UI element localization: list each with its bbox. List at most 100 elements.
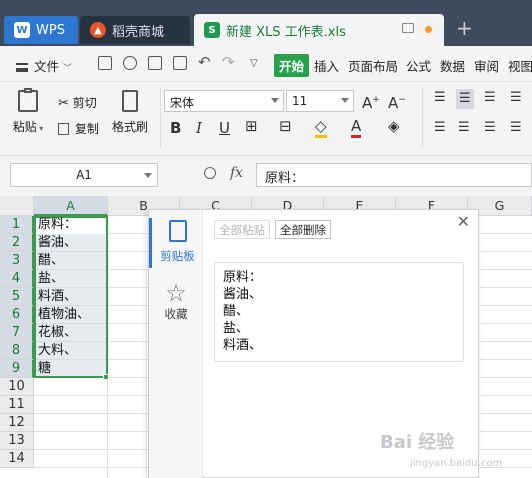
align-bottom-icon[interactable]: ☰ (484, 90, 496, 106)
format-painter-button[interactable]: 格式刷 (110, 90, 150, 135)
align-center-icon[interactable]: ☰ (458, 120, 470, 136)
menu-review[interactable]: 审阅 (474, 56, 499, 75)
tab-document[interactable]: S 新建 XLS 工作表.xls (194, 14, 444, 46)
print-icon[interactable] (148, 56, 162, 70)
tab-document-label: 新建 XLS 工作表.xls (226, 24, 346, 40)
align-left-icon[interactable]: ☰ (434, 120, 446, 136)
font-size-select[interactable]: 11 (286, 90, 354, 112)
cell-a9[interactable]: 糖 (38, 360, 51, 378)
cell-a4[interactable]: 盐、 (38, 270, 64, 288)
fill-handle[interactable] (103, 374, 109, 380)
row-header[interactable]: 12 (0, 414, 34, 432)
align-right-icon[interactable]: ☰ (484, 120, 496, 136)
italic-icon[interactable]: I (196, 120, 202, 136)
fill-color-icon[interactable]: ◇ (315, 117, 327, 138)
clipboard-sidebar: 剪贴板 ☆ 收藏 (149, 210, 203, 478)
font-name-select[interactable]: 宋体 (164, 90, 284, 112)
close-icon[interactable]: ✕ (457, 214, 470, 230)
justify-icon[interactable]: ☰ (510, 120, 522, 136)
clear-format-icon[interactable]: ◈ (388, 118, 400, 134)
row-header[interactable]: 9 (0, 360, 34, 378)
row-header[interactable]: 14 (0, 450, 34, 468)
menu-bar: 文件 ﹀ ↶ ↷ ▽ 开始 插入 页面布局 公式 数据 审阅 视图 (0, 46, 532, 82)
select-all-corner[interactable] (0, 196, 34, 216)
menu-start[interactable]: 开始 (274, 54, 310, 77)
row-header[interactable]: 11 (0, 396, 34, 414)
brush-icon (122, 90, 138, 112)
menu-view[interactable]: 视图 (508, 56, 532, 75)
align-middle-icon[interactable]: ☰ (456, 89, 474, 109)
flame-icon: ▲ (90, 22, 106, 38)
paste-all-button[interactable]: 全部粘贴 (214, 220, 270, 239)
title-bar: W WPS ▲ 稻壳商城 S 新建 XLS 工作表.xls + (0, 0, 532, 46)
cell-a2[interactable]: 酱油、 (38, 234, 77, 252)
cell-a1[interactable]: 原料： (38, 216, 77, 234)
paste-label: 粘贴 (12, 120, 37, 134)
scissors-icon: ✂ (58, 96, 69, 111)
wps-logo-icon: W (14, 22, 30, 38)
increase-font-icon[interactable]: A+ (362, 92, 380, 111)
font-size-value: 11 (292, 94, 308, 108)
delete-all-button[interactable]: 全部删除 (275, 220, 331, 239)
underline-icon[interactable]: U (219, 120, 230, 136)
wrap-text-icon[interactable]: ☰ (510, 90, 522, 106)
menu-insert[interactable]: 插入 (314, 56, 339, 75)
align-top-icon[interactable]: ☰ (434, 90, 446, 106)
formula-bar: A1 fx 原料： (0, 156, 532, 196)
quick-access-dropdown-icon[interactable]: ▽ (250, 58, 258, 69)
paste-button[interactable]: 粘贴 ▾ (10, 88, 46, 135)
format-icon[interactable] (123, 56, 137, 70)
nav-favorites-label: 收藏 (164, 307, 188, 321)
cell-a7[interactable]: 花椒、 (38, 324, 77, 342)
menu-data[interactable]: 数据 (440, 56, 465, 75)
formula-input[interactable]: 原料： (256, 163, 532, 187)
zoom-search-icon[interactable] (204, 167, 216, 179)
border-icon[interactable]: ⊞ (245, 118, 258, 134)
row-header[interactable]: 13 (0, 432, 34, 450)
clipboard-icon (168, 220, 187, 242)
row-header[interactable]: 1 (0, 216, 34, 234)
clipboard-item[interactable]: 原料： 酱油、 醋、 盐、 料酒、 (214, 262, 464, 362)
copy-icon (58, 123, 69, 135)
chevron-down-icon (341, 98, 349, 103)
cut-button[interactable]: ✂ 剪切 (58, 94, 97, 111)
row-header[interactable]: 7 (0, 324, 34, 342)
cell-a6[interactable]: 植物油、 (38, 306, 90, 324)
save-icon[interactable] (98, 56, 112, 70)
menu-file-label: 文件 (34, 59, 60, 74)
ribbon: 粘贴 ▾ ✂ 剪切 复制 格式刷 宋体 11 A+ A− B I U ⊞ ⊟ ◇… (0, 82, 532, 156)
menu-formula[interactable]: 公式 (406, 56, 431, 75)
new-tab-button[interactable]: + (456, 18, 473, 38)
row-header[interactable]: 8 (0, 342, 34, 360)
row-header[interactable]: 5 (0, 288, 34, 306)
row-header[interactable]: 3 (0, 252, 34, 270)
row-header[interactable]: 6 (0, 306, 34, 324)
watermark: Bai 经验 (380, 432, 455, 453)
menu-file[interactable]: 文件 ﹀ (16, 56, 72, 75)
row-header[interactable]: 10 (0, 378, 34, 396)
font-color-icon[interactable]: A (351, 117, 362, 138)
nav-clipboard[interactable]: 剪贴板 (149, 218, 203, 268)
cell-a3[interactable]: 醋、 (38, 252, 64, 270)
name-box[interactable]: A1 (10, 163, 158, 187)
print-preview-icon[interactable] (173, 56, 187, 70)
copy-label: 复制 (74, 122, 99, 136)
row-header[interactable]: 2 (0, 234, 34, 252)
nav-clipboard-label: 剪贴板 (160, 249, 195, 263)
tab-daoke-store[interactable]: ▲ 稻壳商城 (80, 16, 190, 44)
cell-a5[interactable]: 料酒、 (38, 288, 77, 306)
decrease-font-icon[interactable]: A− (388, 92, 406, 111)
copy-button[interactable]: 复制 (58, 120, 99, 137)
undo-icon[interactable]: ↶ (198, 53, 211, 71)
fx-icon[interactable]: fx (230, 165, 243, 181)
redo-icon[interactable]: ↷ (222, 53, 235, 71)
fill-pattern-icon[interactable]: ⊟ (279, 118, 292, 134)
nav-favorites[interactable]: ☆ 收藏 (149, 280, 203, 330)
monitor-icon[interactable] (402, 23, 414, 33)
cell-a8[interactable]: 大料、 (38, 342, 77, 360)
menu-page-layout[interactable]: 页面布局 (348, 56, 398, 75)
bold-icon[interactable]: B (170, 120, 181, 136)
column-header-a[interactable]: A (34, 196, 108, 216)
tab-wps[interactable]: W WPS (4, 16, 78, 44)
row-header[interactable]: 4 (0, 270, 34, 288)
